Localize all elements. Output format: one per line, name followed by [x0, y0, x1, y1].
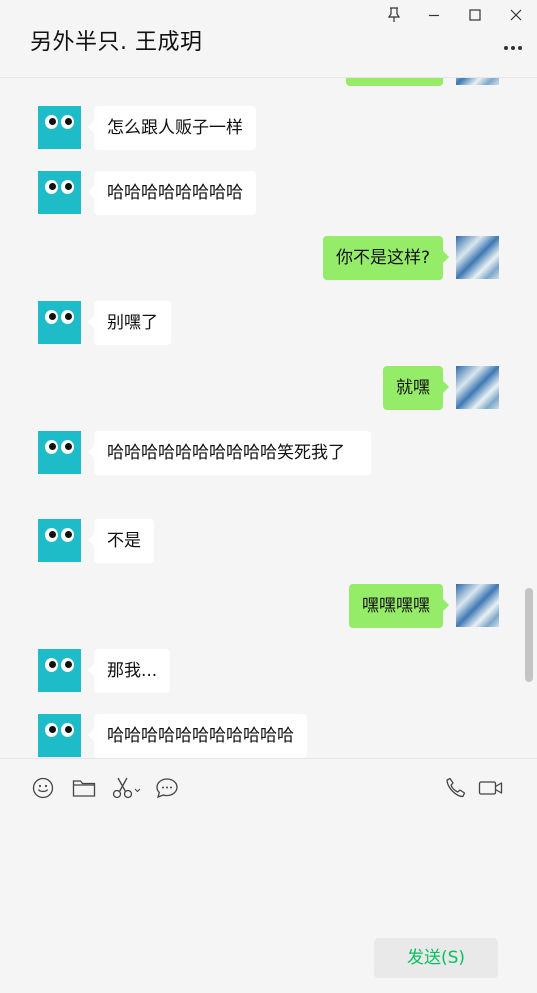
- chat-window: 另外半只. 王成玥 怎么跟人贩子一样 哈哈哈哈哈哈哈哈 你不是这样? 别嘿了 就…: [0, 0, 537, 993]
- message-bubble[interactable]: 别嘿了: [88, 301, 171, 345]
- message-bubble[interactable]: 那我...: [87, 649, 171, 693]
- send-button[interactable]: 发送(S): [374, 938, 498, 978]
- message-input[interactable]: [0, 816, 537, 926]
- video-icon[interactable]: [478, 775, 504, 801]
- message-list[interactable]: 怎么跟人贩子一样 哈哈哈哈哈哈哈哈 你不是这样? 别嘿了 就嘿 哈哈哈哈哈哈哈哈…: [0, 78, 537, 758]
- chat-history-icon[interactable]: [154, 775, 180, 801]
- message-bubble[interactable]: 怎么跟人贩子一样: [88, 106, 256, 150]
- minimize-icon[interactable]: [421, 5, 447, 25]
- contact-avatar[interactable]: [38, 301, 81, 344]
- message-bubble[interactable]: 哈哈哈哈哈哈哈哈: [88, 171, 256, 215]
- contact-avatar[interactable]: [38, 106, 81, 149]
- message-bubble[interactable]: 不是: [88, 519, 154, 563]
- message-bubble[interactable]: 你不是这样?: [322, 236, 450, 280]
- self-avatar[interactable]: [456, 584, 499, 627]
- title-bar: 另外半只. 王成玥: [0, 0, 537, 78]
- phone-icon[interactable]: [443, 775, 469, 801]
- self-avatar[interactable]: [456, 78, 499, 85]
- scissors-icon[interactable]: [112, 775, 142, 801]
- message-bubble[interactable]: 就嘿: [383, 366, 449, 410]
- more-options-icon[interactable]: [503, 38, 523, 58]
- message-bubble[interactable]: 哈哈哈哈哈哈哈哈哈哈笑死我了: [88, 431, 371, 475]
- contact-avatar[interactable]: [38, 431, 81, 474]
- contact-avatar[interactable]: [38, 519, 81, 562]
- contact-avatar[interactable]: [38, 649, 81, 692]
- message-bubble[interactable]: 哈哈哈哈哈哈哈哈哈哈哈: [88, 714, 307, 758]
- maximize-icon[interactable]: [462, 5, 488, 25]
- message-bubble[interactable]: 嘿嘿嘿嘿: [349, 584, 449, 628]
- input-toolbar: [0, 758, 537, 817]
- message-bubble[interactable]: [346, 78, 443, 86]
- emoji-icon[interactable]: [30, 775, 56, 801]
- folder-icon[interactable]: [71, 775, 97, 801]
- self-avatar[interactable]: [456, 236, 499, 279]
- chat-title: 另外半只. 王成玥: [30, 30, 203, 55]
- self-avatar[interactable]: [456, 366, 499, 409]
- scrollbar-thumb[interactable]: [525, 588, 533, 682]
- close-icon[interactable]: [503, 5, 529, 25]
- contact-avatar[interactable]: [38, 171, 81, 214]
- pin-icon[interactable]: [381, 5, 407, 25]
- contact-avatar[interactable]: [38, 714, 81, 757]
